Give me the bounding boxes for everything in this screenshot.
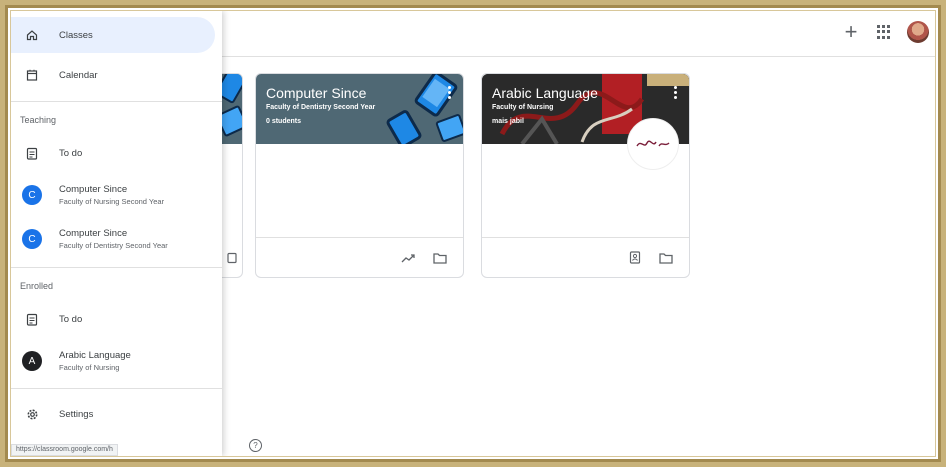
card-section: Faculty of Nursing xyxy=(492,104,554,111)
person-book-icon[interactable] xyxy=(226,252,238,264)
card-banner[interactable]: Computer Since Faculty of Dentistry Seco… xyxy=(256,74,463,144)
card-title[interactable]: Arabic Language xyxy=(492,85,679,101)
class-initial-badge: A xyxy=(22,351,42,371)
sidebar-item-classes[interactable]: Classes xyxy=(11,17,215,53)
help-icon[interactable]: ? xyxy=(249,439,262,452)
divider xyxy=(11,267,222,268)
sidebar-item-label: Calendar xyxy=(59,69,98,81)
sidebar-item-label: Classes xyxy=(59,29,93,41)
class-section: Faculty of Nursing xyxy=(59,363,120,372)
calendar-icon xyxy=(25,68,39,82)
class-section: Faculty of Dentistry Second Year xyxy=(59,241,168,250)
avatar[interactable] xyxy=(907,21,929,43)
sidebar-item-calendar[interactable]: Calendar xyxy=(11,57,215,93)
screenshot-frame: + Computer Since Faculty of Dentistry Se… xyxy=(5,5,941,462)
nav-drawer: Classes Calendar Teaching To do C Comput… xyxy=(11,11,222,456)
trending-icon[interactable] xyxy=(401,253,415,263)
class-name: Computer Since xyxy=(59,228,128,239)
section-heading-enrolled: Enrolled xyxy=(20,281,54,291)
card-section: Faculty of Dentistry Second Year xyxy=(266,104,376,111)
more-options-icon[interactable] xyxy=(674,86,677,99)
class-initial-badge: C xyxy=(22,185,42,205)
teacher-photo xyxy=(627,118,679,170)
class-card-computer-since[interactable]: Computer Since Faculty of Dentistry Seco… xyxy=(255,73,464,278)
sidebar-item-enrolled-todo[interactable]: To do xyxy=(11,301,215,337)
sidebar-item-label: To do xyxy=(59,147,83,159)
gear-icon xyxy=(25,407,39,421)
card-footer xyxy=(482,237,689,277)
section-heading-teaching: Teaching xyxy=(20,115,57,125)
sidebar-item-label: To do xyxy=(59,313,83,325)
sidebar-item-teaching-todo[interactable]: To do xyxy=(11,135,215,171)
apps-grid-icon[interactable] xyxy=(877,25,891,39)
top-actions: + xyxy=(841,21,929,43)
card-footer xyxy=(256,237,463,277)
status-bar-url: https://classroom.google.com/h xyxy=(11,444,118,456)
class-name: Computer Since xyxy=(59,184,128,195)
calligraphy-signature xyxy=(636,140,670,147)
class-initial-badge: C xyxy=(22,229,42,249)
card-info: 0 students xyxy=(266,118,302,125)
folder-icon[interactable] xyxy=(433,252,447,264)
sidebar-item-class-computer-since-nursing[interactable]: C Computer Since Faculty of Nursing Seco… xyxy=(11,176,215,214)
sidebar-item-settings[interactable]: Settings xyxy=(11,396,215,432)
card-title[interactable]: Computer Since xyxy=(266,85,453,101)
person-book-icon[interactable] xyxy=(629,251,641,264)
divider xyxy=(11,101,222,102)
divider xyxy=(11,388,222,389)
plus-icon[interactable]: + xyxy=(841,21,861,43)
class-card-arabic-language[interactable]: Arabic Language Faculty of Nursing mais … xyxy=(481,73,690,278)
assignment-icon xyxy=(25,312,39,326)
sidebar-item-class-computer-since-dentistry[interactable]: C Computer Since Faculty of Dentistry Se… xyxy=(11,220,215,258)
class-section: Faculty of Nursing Second Year xyxy=(59,197,165,206)
class-name: Arabic Language xyxy=(59,350,131,361)
sidebar-item-label: Settings xyxy=(59,408,94,420)
assignment-icon xyxy=(25,146,39,160)
app-window: + Computer Since Faculty of Dentistry Se… xyxy=(10,10,936,457)
home-icon xyxy=(25,28,39,42)
folder-icon[interactable] xyxy=(659,252,673,264)
more-options-icon[interactable] xyxy=(448,86,451,99)
sidebar-item-class-arabic-language[interactable]: A Arabic Language Faculty of Nursing xyxy=(11,342,215,380)
